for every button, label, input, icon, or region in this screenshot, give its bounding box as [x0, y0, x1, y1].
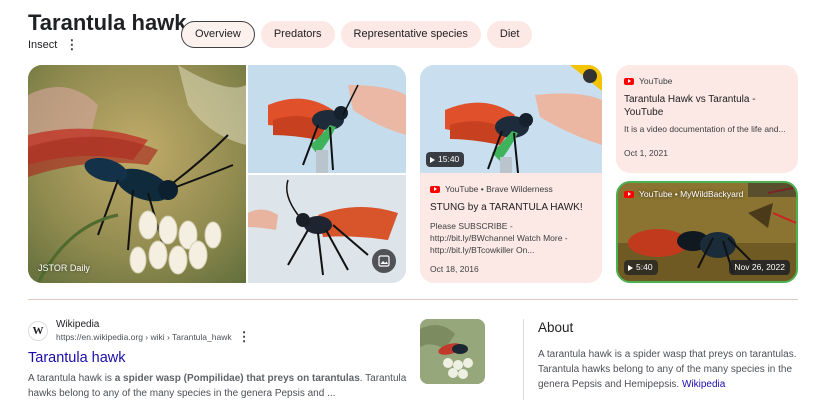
result-thumbnail-image[interactable] [420, 319, 485, 384]
video-source: YouTube [624, 76, 672, 86]
result-snippet: A tarantula hawk is a spider wasp (Pompi… [28, 371, 408, 400]
tab-bar: Overview Predators Representative specie… [181, 21, 533, 48]
result-options-icon[interactable]: ⋮ [238, 330, 251, 343]
entity-type-label: Insect [28, 39, 58, 51]
wasp-on-flowers-image[interactable]: JSTOR Daily [28, 65, 246, 283]
video-date: Oct 1, 2021 [624, 148, 668, 158]
video-card[interactable]: 15:40 YouTube • Brave Wilderness STUNG b… [420, 65, 602, 283]
video-date: Nov 26, 2022 [729, 260, 790, 275]
youtube-logo-icon [624, 77, 634, 85]
result-source[interactable]: W Wikipedia https://en.wikipedia.org › w… [28, 319, 408, 343]
column-divider [523, 319, 524, 400]
video-duration-badge: 15:40 [426, 152, 465, 167]
entity-title: Tarantula hawk [28, 10, 187, 35]
video-channel: YouTube • MyWildBackyard [639, 189, 744, 199]
video-title[interactable]: Tarantula Hawk vs Tarantula - YouTube [624, 93, 794, 119]
tab-overview[interactable]: Overview [181, 21, 255, 48]
about-text: A tarantula hawk is a spider wasp that p… [538, 349, 797, 390]
image-gallery-icon[interactable] [372, 249, 396, 273]
entity-subtitle: Insect ⋮ [28, 38, 78, 51]
about-heading: About [538, 320, 574, 335]
about-description: A tarantula hawk is a spider wasp that p… [538, 347, 798, 392]
wasp-closeup-image[interactable] [248, 175, 406, 283]
result-title-link[interactable]: Tarantula hawk [28, 350, 408, 366]
youtube-logo-icon [624, 190, 634, 198]
result-url: https://en.wikipedia.org › wiki › Tarant… [56, 332, 232, 342]
result-site-name: Wikipedia [56, 319, 100, 330]
video-date: Oct 18, 2016 [430, 264, 479, 274]
search-result: W Wikipedia https://en.wikipedia.org › w… [28, 319, 408, 400]
video-description: Please SUBSCRIBE - http://bit.ly/BWchann… [430, 221, 568, 255]
video-title[interactable]: STUNG by a TARANTULA HAWK! [430, 202, 595, 213]
tab-diet[interactable]: Diet [486, 21, 533, 48]
video-duration: 5:40 [636, 262, 653, 272]
video-card[interactable]: YouTube Tarantula Hawk vs Tarantula - Yo… [616, 65, 798, 173]
tab-predators[interactable]: Predators [260, 21, 335, 48]
tab-representative-species[interactable]: Representative species [340, 21, 481, 48]
video-source: YouTube • MyWildBackyard [624, 189, 743, 199]
wasp-finger-image[interactable] [248, 65, 406, 173]
video-card[interactable]: YouTube • MyWildBackyard 5:40 Nov 26, 20… [616, 181, 798, 283]
video-source: YouTube • Brave Wilderness [430, 184, 553, 194]
result-url-row: https://en.wikipedia.org › wiki › Tarant… [56, 330, 251, 343]
snippet-text: A tarantula hawk is [28, 373, 115, 384]
snippet-highlight: a spider wasp (Pompilidae) that preys on… [114, 373, 360, 384]
video-channel: YouTube • Brave Wilderness [445, 184, 553, 194]
more-options-icon[interactable]: ⋮ [65, 38, 78, 51]
wikipedia-favicon-icon: W [28, 321, 48, 341]
video-channel: YouTube [639, 76, 673, 86]
image-source-caption: JSTOR Daily [38, 263, 90, 273]
about-source-link[interactable]: Wikipedia [682, 379, 725, 390]
play-icon [628, 264, 633, 271]
section-divider [28, 299, 798, 300]
video-duration: 15:40 [438, 154, 460, 164]
youtube-logo-icon [430, 185, 440, 193]
video-description: It is a video documentation of the life … [624, 124, 786, 134]
play-icon [430, 156, 435, 163]
video-duration-badge: 5:40 [624, 260, 658, 275]
video-thumbnail[interactable]: 15:40 [420, 65, 602, 173]
